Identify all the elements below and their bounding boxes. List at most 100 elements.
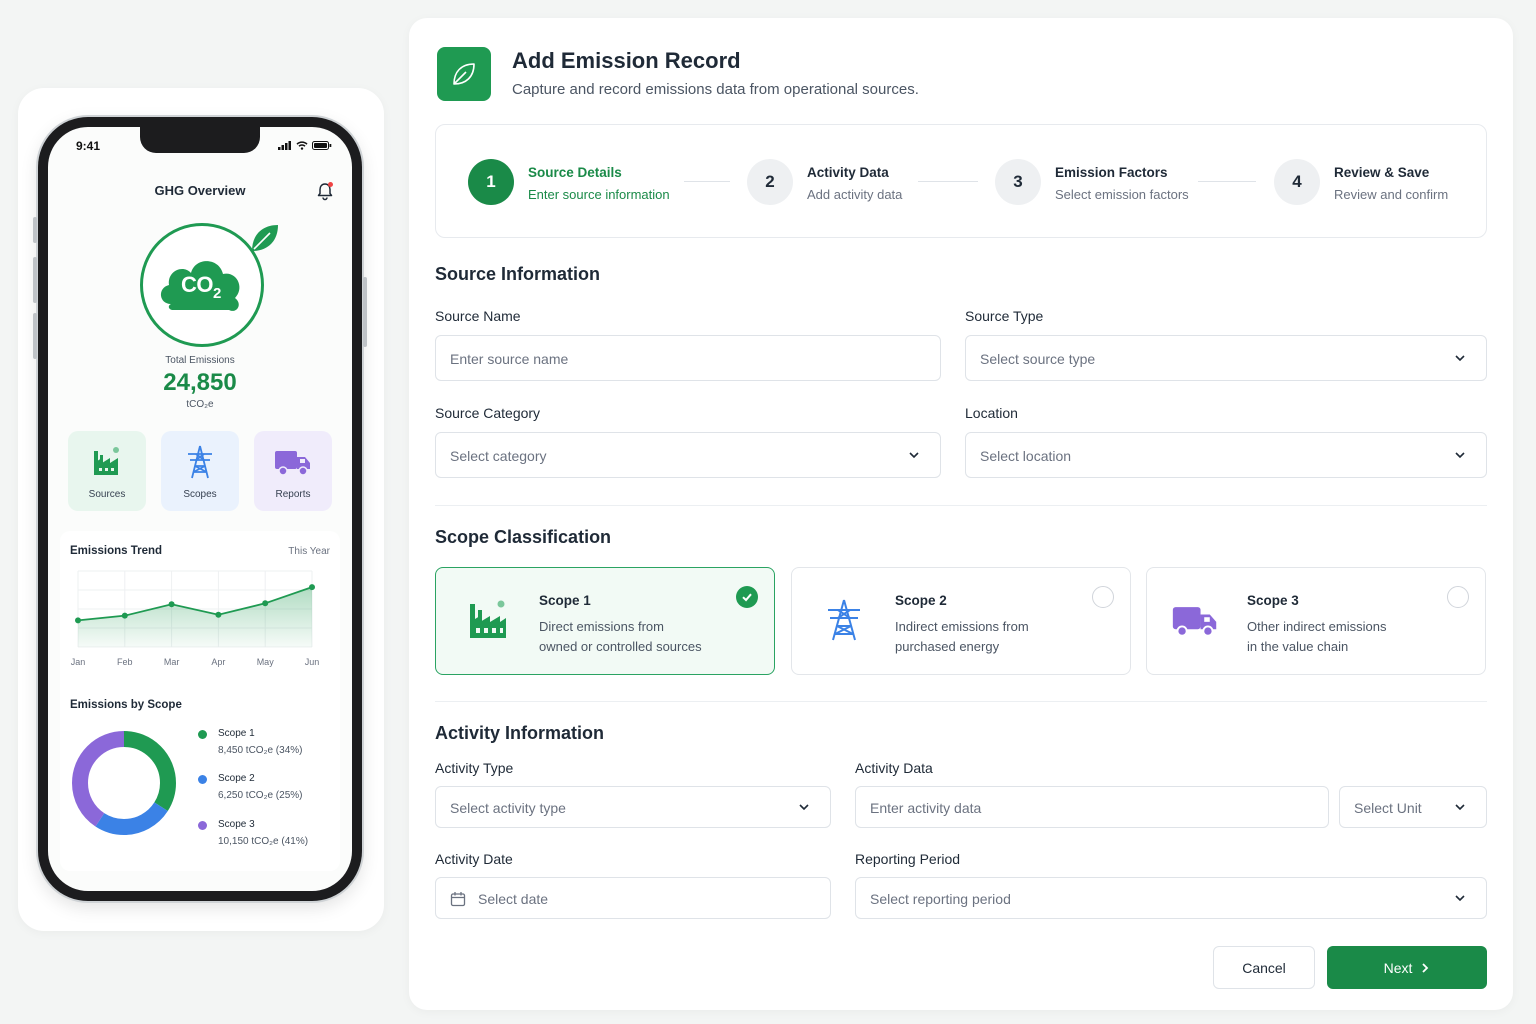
- chevron-down-icon: [799, 804, 809, 811]
- co2-label: CO2: [181, 272, 221, 302]
- scope-description: in the value chain: [1247, 639, 1349, 654]
- leaf-icon: [453, 63, 475, 85]
- header-logo: [437, 47, 491, 101]
- emissions-trend-chart: Jan Feb Mar Apr May Jun: [71, 570, 319, 667]
- factory-icon: [94, 447, 119, 475]
- activity-type-label: Activity Type: [435, 760, 514, 776]
- add-emission-form: Add Emission Record Capture and record e…: [409, 18, 1513, 1010]
- step-title: Activity Data: [807, 165, 889, 180]
- activity-date-label: Activity Date: [435, 851, 513, 867]
- placeholder: Select location: [980, 448, 1072, 464]
- phone-screen: 9:41 GHG Overview CO2 Total Emissions 24…: [48, 127, 352, 891]
- scope-description: purchased energy: [895, 639, 1000, 654]
- power-tower-icon: [188, 445, 212, 479]
- scope-2-card[interactable]: Scope 2 Indirect emissions from purchase…: [791, 567, 1131, 675]
- step-title: Source Details: [528, 165, 622, 180]
- legend-scope-2: Scope 2 6,250 tCO₂e (25%): [198, 773, 328, 803]
- next-button[interactable]: Next: [1327, 946, 1487, 989]
- wifi-icon: [296, 141, 308, 150]
- scope-title: Scope 3: [1247, 593, 1299, 608]
- tile-scopes[interactable]: Scopes: [161, 431, 239, 511]
- emissions-trend-card: Emissions Trend This Year Jan Feb Mar Apr Ma…: [60, 531, 340, 871]
- section-source-information: Source Information: [435, 264, 601, 284]
- activity-type-select[interactable]: Select activity type: [435, 786, 831, 828]
- total-emissions-label: Total Emissions: [165, 355, 235, 366]
- scope-3-card[interactable]: Scope 3 Other indirect emissions in the …: [1146, 567, 1486, 675]
- step-subtitle: Add activity data: [807, 187, 903, 202]
- truck-icon: [1172, 607, 1217, 637]
- location-label: Location: [965, 405, 1018, 421]
- trend-period[interactable]: This Year: [288, 546, 330, 557]
- scope-description: owned or controlled sources: [539, 639, 702, 654]
- location-select[interactable]: Select location: [965, 432, 1487, 478]
- tile-label: Reports: [275, 489, 311, 500]
- next-label: Next: [1383, 959, 1413, 976]
- section-divider: [435, 701, 1487, 702]
- scope-1-card[interactable]: Scope 1 Direct emissions from owned or c…: [435, 567, 775, 675]
- placeholder: Select source type: [980, 351, 1096, 367]
- section-scope-classification: Scope Classification: [435, 527, 612, 547]
- trend-point: [168, 601, 175, 608]
- phone-title: GHG Overview: [154, 183, 246, 198]
- legend-name: Scope 1: [218, 728, 255, 739]
- phone-side-button: [363, 277, 367, 347]
- activity-date-picker[interactable]: Select date: [435, 877, 831, 919]
- source-name-input[interactable]: Enter source name: [435, 335, 941, 381]
- chevron-down-icon: [909, 452, 919, 459]
- step-subtitle: Enter source information: [528, 187, 670, 202]
- cancel-button[interactable]: Cancel: [1213, 946, 1315, 989]
- step-connector: [918, 181, 978, 182]
- chevron-down-icon: [1455, 804, 1465, 811]
- source-category-label: Source Category: [435, 405, 541, 421]
- phone-notch: [140, 127, 260, 153]
- notification-bell-icon[interactable]: [316, 181, 334, 201]
- truck-icon: [275, 451, 310, 476]
- trend-point: [309, 584, 315, 591]
- reporting-period-label: Reporting Period: [855, 851, 961, 867]
- step-connector: [684, 181, 730, 182]
- source-name-label: Source Name: [435, 308, 521, 324]
- selected-check-icon: [736, 586, 758, 608]
- stepper: 1 Source Details Enter source informatio…: [435, 124, 1487, 238]
- activity-data-input[interactable]: Enter activity data: [855, 786, 1329, 828]
- legend-value: 8,450 tCO₂e (34%): [218, 745, 303, 756]
- chevron-down-icon: [1455, 895, 1465, 902]
- battery-icon: [312, 141, 332, 150]
- tile-reports[interactable]: Reports: [254, 431, 332, 511]
- total-emissions-unit: tCO₂e: [186, 399, 214, 410]
- legend-dot: [198, 775, 207, 784]
- legend-name: Scope 2: [218, 773, 255, 784]
- scope-radio[interactable]: [1447, 586, 1469, 608]
- placeholder: Select date: [478, 891, 549, 907]
- source-type-select[interactable]: Select source type: [965, 335, 1487, 381]
- phone-side-button: [33, 313, 37, 359]
- legend-value: 10,150 tCO₂e (41%): [218, 836, 309, 847]
- section-divider: [435, 505, 1487, 506]
- chevron-right-icon: [1422, 962, 1429, 973]
- tile-sources[interactable]: Sources: [68, 431, 146, 511]
- step-title: Review & Save: [1334, 165, 1430, 180]
- tile-label: Sources: [88, 489, 126, 500]
- leaf-icon: [252, 225, 278, 251]
- trend-point: [262, 600, 269, 607]
- x-tick-label: Apr: [211, 657, 225, 667]
- trend-title: Emissions Trend: [70, 545, 163, 557]
- trend-point: [75, 617, 81, 624]
- section-activity-information: Activity Information: [435, 723, 605, 743]
- reporting-period-select[interactable]: Select reporting period: [855, 877, 1487, 919]
- legend-scope-1: Scope 1 8,450 tCO₂e (34%): [198, 728, 328, 758]
- scope-description: Indirect emissions from: [895, 619, 1029, 634]
- x-tick-label: Jan: [71, 657, 86, 667]
- power-tower-icon: [828, 599, 860, 641]
- step-connector: [1198, 181, 1256, 182]
- source-category-select[interactable]: Select category: [435, 432, 941, 478]
- step-title: Emission Factors: [1055, 165, 1168, 180]
- status-time: 9:41: [76, 139, 101, 153]
- placeholder: Select category: [450, 448, 547, 464]
- scope-radio[interactable]: [1092, 586, 1114, 608]
- placeholder: Enter activity data: [870, 800, 982, 816]
- source-type-label: Source Type: [965, 308, 1044, 324]
- x-tick-label: Feb: [117, 657, 133, 667]
- unit-select[interactable]: Select Unit: [1339, 786, 1487, 828]
- scope-title: Scope 2: [895, 593, 947, 608]
